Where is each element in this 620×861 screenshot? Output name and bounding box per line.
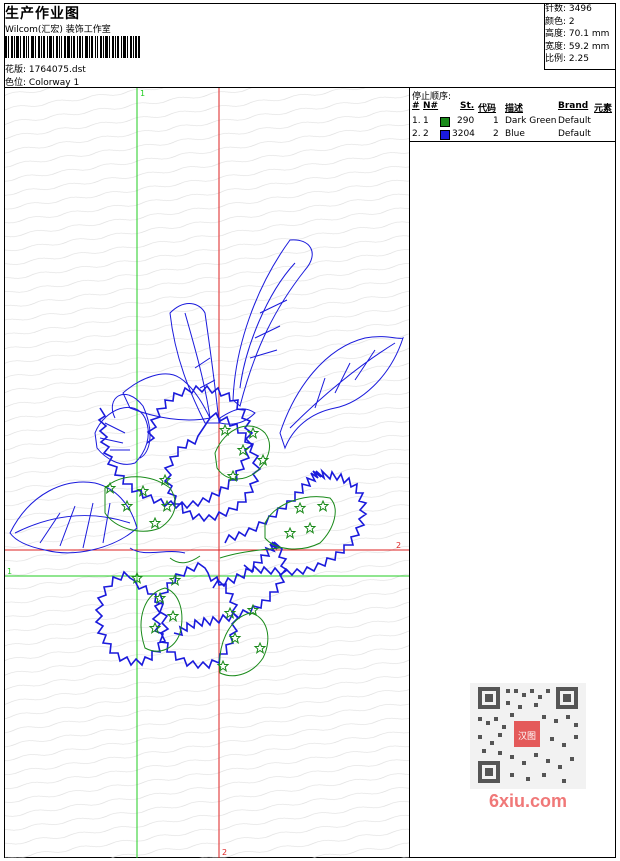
col-header-index: # xyxy=(412,101,420,111)
colorway: 色位: Colorway 1 xyxy=(5,75,79,88)
stats-bottom-rule xyxy=(544,69,616,70)
colorway-label: 色位: xyxy=(5,78,27,88)
panel-bottom-rule xyxy=(409,141,616,142)
row-brand: Default xyxy=(558,116,591,126)
col-header-n: N# xyxy=(423,101,439,111)
row-index: 1. xyxy=(412,116,421,126)
row-n: 1 xyxy=(423,116,429,126)
colorway-value: Colorway 1 xyxy=(28,78,80,88)
green-axis-label-top: 1 xyxy=(140,89,145,98)
watermark-site: 6xiu.com xyxy=(489,791,567,811)
barcode xyxy=(5,36,140,58)
design-canvas[interactable]: 1 1 2 2 xyxy=(5,88,409,858)
fabric-texture xyxy=(5,88,409,858)
company-name: Wilcom(汇宏) 装饰工作室 xyxy=(5,25,111,35)
design-stats: 针数: 3496 颜色: 2 高度: 70.1 mm 宽度: 59.2 mm 比… xyxy=(545,3,609,66)
row-stitches: 3204 xyxy=(452,129,475,139)
color-swatch-blue xyxy=(440,130,450,140)
col-header-desc: 描述 xyxy=(505,104,524,114)
stat-stitches: 针数: 3496 xyxy=(545,4,592,14)
row-code: 1 xyxy=(493,116,499,126)
red-axis-label-right: 2 xyxy=(396,541,401,550)
page-title: 生产作业图 xyxy=(5,6,80,22)
row-brand: Default xyxy=(558,129,591,139)
row-stitches: 290 xyxy=(457,116,475,126)
embroidery-preview: 1 1 2 2 xyxy=(5,88,409,858)
design-file: 花版: 1764075.dst xyxy=(5,62,86,75)
stat-height: 高度: 70.1 mm xyxy=(545,29,610,40)
col-header-element: 元素 xyxy=(594,104,613,114)
red-axis-label-bottom: 2 xyxy=(222,848,227,857)
watermark-badge: 汉图 xyxy=(518,731,536,742)
design-label: 花版: xyxy=(5,65,27,75)
design-value: 1764075.dst xyxy=(28,65,86,75)
color-swatch-dark-green xyxy=(440,117,450,127)
row-desc: Dark Green xyxy=(505,116,557,126)
stat-width: 宽度: 59.2 mm xyxy=(545,41,610,52)
green-axis-label-left: 1 xyxy=(7,567,12,576)
panel-divider xyxy=(409,87,410,858)
col-header-code: 代码 xyxy=(478,104,497,114)
row-n: 2 xyxy=(423,129,429,139)
row-index: 2. xyxy=(412,129,421,139)
col-header-brand: Brand xyxy=(558,101,589,111)
stat-colors: 颜色: 2 xyxy=(545,16,575,27)
row-code: 2 xyxy=(493,129,499,139)
watermark: 汉图 6xiu.com xyxy=(470,683,586,815)
qr-code-watermark: 汉图 6xiu.com xyxy=(470,683,586,811)
stat-scale: 比例: 2.25 xyxy=(545,54,589,65)
col-header-stitches: St. xyxy=(460,101,475,111)
row-desc: Blue xyxy=(505,129,525,139)
